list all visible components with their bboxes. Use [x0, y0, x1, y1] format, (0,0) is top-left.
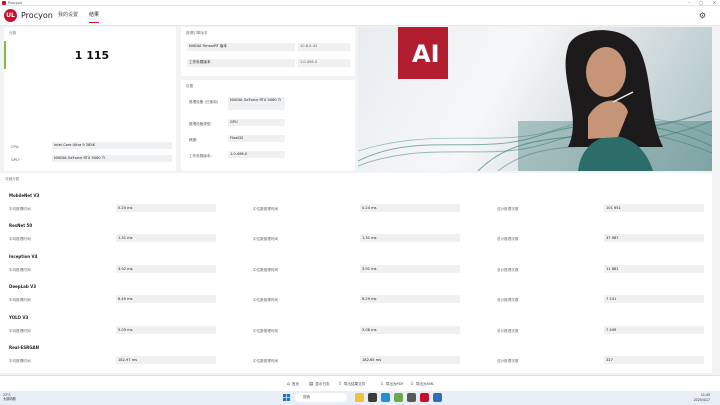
median-inference-time-value: 3.91 ms: [360, 264, 460, 273]
median-inference-time-label: 中位数推理时间: [253, 359, 279, 363]
overall-score: 1 115: [74, 49, 110, 62]
export-pdf-action[interactable]: ⇩ 导出为PDF: [380, 380, 404, 389]
avg-inference-time-label: 平均推理时间: [9, 207, 31, 211]
settings-section-title: 设置: [186, 84, 194, 88]
tab-results[interactable]: 结果: [89, 9, 100, 23]
setting-value-device-type: GPU: [228, 119, 285, 126]
detailed-scores-panel: 详细分数: [0, 173, 712, 373]
benchmark-name: Inception V4: [9, 253, 38, 259]
procyon-taskbar-icon[interactable]: [420, 393, 429, 402]
avg-inference-time-label: 平均推理时间: [9, 267, 31, 272]
taskbar-search[interactable]: 搜索: [295, 393, 347, 402]
app-header: UL Procyon 我的设置 结果 ⚙: [0, 6, 720, 26]
xml-icon: ⇩: [410, 382, 414, 387]
median-inference-time-label: 中位数推理时间: [253, 267, 279, 272]
avg-inference-time-label: 平均推理时间: [9, 328, 31, 333]
results-footer: ⌂ 首页 ▤ 显示日志 ⇪ 导出结果文件 ⇩ 导出为PDF ⇩ 导出为XML: [0, 375, 720, 391]
terminal-icon[interactable]: [407, 393, 416, 402]
ai-hero-image: AI: [358, 27, 712, 171]
person-illustration: [565, 30, 663, 171]
median-inference-time-value: 6.29 ms: [360, 295, 460, 304]
export-xml-action[interactable]: ⇩ 导出为XML: [410, 380, 434, 389]
median-inference-time-value: 0.24 ms: [360, 204, 460, 212]
setting-label-workload-version: 工作负载版本:: [189, 154, 212, 158]
app-icon[interactable]: [433, 393, 442, 402]
score-panel: 1 115: [4, 41, 176, 69]
ul-logo: UL: [4, 9, 17, 22]
windows-start-icon[interactable]: [283, 394, 290, 401]
benchmark-name: Real-ESRGAN: [9, 345, 39, 350]
total-inference-count-value: 7 449: [604, 325, 704, 334]
avg-inference-time-value: 6.49 ms: [116, 295, 216, 304]
show-log-action[interactable]: ▤ 显示日志: [309, 380, 330, 389]
gpu-label: GPU:: [11, 158, 20, 162]
cpu-value: Intel Core Ultra 9 285K: [52, 142, 172, 149]
tensorrt-value: 10.8.0.43: [298, 43, 350, 51]
median-inference-time-value: 5.08 ms: [360, 325, 460, 334]
app-name: Procyon: [21, 11, 53, 20]
detailed-scores-title: 详细分数: [5, 177, 20, 181]
total-inference-count-value: 7 231: [604, 295, 704, 304]
median-inference-time-value: 182.65 ms: [360, 356, 460, 364]
median-inference-time-label: 中位数推理时间: [253, 207, 279, 211]
pdf-icon: ⇩: [380, 382, 384, 387]
workload-version-label: 工作负载版本: [187, 59, 295, 67]
benchmark-name: ResNet 50: [9, 223, 33, 229]
engine-version-card: 推理引擎版本: [181, 27, 355, 76]
settings-gear-icon[interactable]: ⚙: [699, 11, 706, 21]
setting-label-device-type: 推理设备类型:: [189, 122, 212, 126]
gpu-value: NVIDIA GeForce RTX 5060 Ti: [52, 155, 172, 162]
avg-inference-time-value: 0.25 ms: [116, 204, 216, 212]
avg-inference-time-value: 1.31 ms: [116, 234, 216, 243]
avg-inference-time-label: 平均推理时间: [9, 359, 31, 363]
setting-value-workload-version: 1.0.496.0: [228, 151, 285, 158]
cpu-label: CPU:: [11, 145, 20, 149]
median-inference-time-value: 1.31 ms: [360, 234, 460, 243]
benchmark-name: DeepLab V3: [9, 284, 36, 290]
weather-widget[interactable]: 23°C 大部晴朗: [3, 393, 16, 401]
log-icon: ▤: [309, 382, 314, 387]
total-inference-count-label: 总计推理次数: [497, 267, 519, 272]
app-mini-logo: [2, 1, 6, 5]
median-inference-time-label: 中位数推理时间: [253, 237, 279, 242]
file-explorer-icon[interactable]: [355, 393, 364, 402]
export-icon: ⇪: [338, 382, 342, 387]
edge-browser-icon[interactable]: [381, 393, 390, 402]
score-section-title: 分数: [9, 31, 17, 35]
total-inference-count-value: 37 987: [604, 234, 704, 243]
total-inference-count-label: 总计推理次数: [497, 298, 519, 303]
total-inference-count-label: 总计推理次数: [497, 207, 519, 211]
setting-label-precision: 精度:: [189, 138, 198, 142]
total-inference-count-label: 总计推理次数: [497, 359, 519, 363]
setting-value-precision: Float32: [228, 135, 285, 142]
total-inference-count-value: 101 651: [604, 204, 704, 212]
home-action[interactable]: ⌂ 首页: [287, 380, 299, 389]
avg-inference-time-label: 平均推理时间: [9, 298, 31, 303]
avg-inference-time-value: 5.09 ms: [116, 325, 216, 334]
ai-logo: AI: [398, 27, 448, 79]
total-inference-count-label: 总计推理次数: [497, 328, 519, 333]
median-inference-time-label: 中位数推理时间: [253, 298, 279, 303]
median-inference-time-label: 中位数推理时间: [253, 328, 279, 333]
os-taskbar: 23°C 大部晴朗 搜索 11:43 2025/4/17: [0, 391, 720, 405]
avg-inference-time-value: 182.97 ms: [116, 356, 216, 364]
total-inference-count-value: 327: [604, 356, 704, 364]
taskbar-clock[interactable]: 11:43 2025/4/17: [694, 393, 710, 402]
setting-value-device: NVIDIA GeForce RTX 5060 Ti: [228, 97, 285, 110]
workload-version-value: 1.0.496.0: [298, 59, 350, 67]
setting-label-device: 推理设备 (已使用): [189, 100, 219, 104]
home-icon: ⌂: [287, 382, 290, 387]
export-result-action[interactable]: ⇪ 导出结果文件: [338, 380, 365, 389]
tab-my-settings[interactable]: 我的设置: [58, 9, 78, 22]
benchmark-name: MobileNet V3: [9, 193, 40, 198]
engine-section-title: 推理引擎版本: [186, 31, 208, 35]
task-view-icon[interactable]: [368, 393, 377, 402]
store-icon[interactable]: [394, 393, 403, 402]
total-inference-count-label: 总计推理次数: [497, 237, 519, 242]
benchmark-name: YOLO V3: [9, 314, 29, 320]
total-inference-count-value: 11 881: [604, 264, 704, 273]
avg-inference-time-value: 3.92 ms: [116, 264, 216, 273]
tensorrt-label: NVIDIA TensorRT 版本: [187, 43, 295, 51]
avg-inference-time-label: 平均推理时间: [9, 237, 31, 242]
